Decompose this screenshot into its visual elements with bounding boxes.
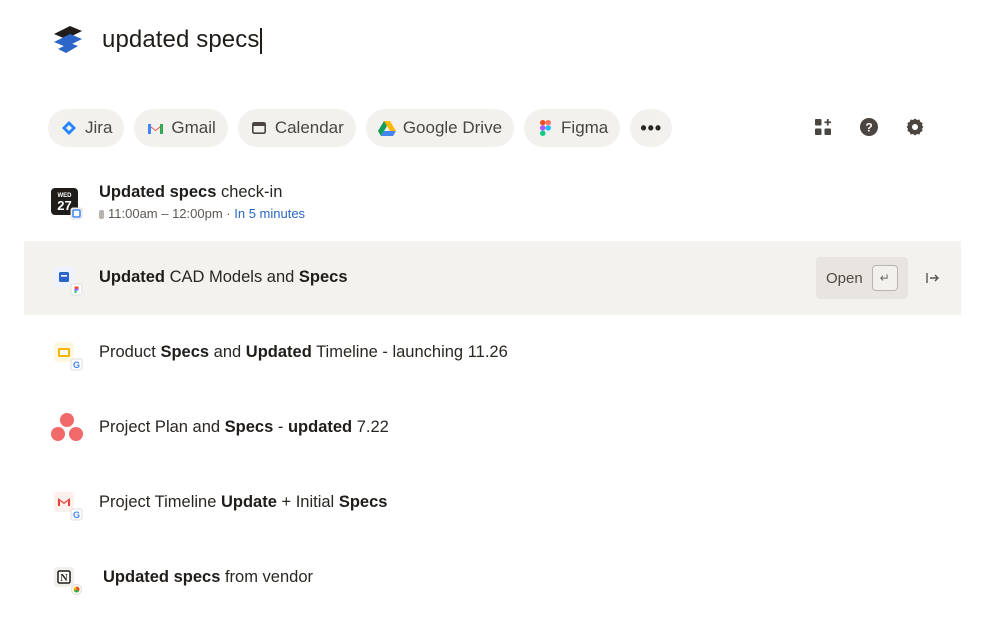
filter-chip-label: Jira: [85, 118, 113, 137]
dropbox-dash-logo-icon: [54, 26, 82, 53]
result-title: Updated specs from vendor: [103, 568, 313, 586]
result-row[interactable]: G Project Timeline Update + Initial Spec…: [24, 466, 961, 540]
settings-icon[interactable]: [904, 116, 926, 138]
open-label: Open: [826, 269, 863, 287]
search-bar[interactable]: updated specs: [50, 20, 750, 60]
filter-chip-gmail[interactable]: Gmail: [134, 109, 228, 147]
calendar-icon: [250, 119, 268, 137]
svg-text:N: N: [60, 573, 68, 584]
svg-text:G: G: [73, 360, 80, 370]
filter-chip-label: Calendar: [274, 118, 344, 137]
starts-soon-label: In 5 minutes: [234, 206, 306, 221]
result-row[interactable]: G Product Specs and Updated Timeline - l…: [24, 316, 961, 390]
text-caret: [260, 27, 262, 54]
more-sources-button[interactable]: •••: [630, 109, 673, 147]
asana-icon: [50, 411, 84, 445]
filter-chip-label: Gmail: [171, 118, 216, 137]
open-button[interactable]: Open ↵: [816, 257, 908, 299]
calendar-event-icon: WED 27: [50, 187, 84, 221]
google-slides-icon: G: [50, 338, 84, 372]
google-drive-icon: [377, 119, 396, 137]
result-row[interactable]: Project Plan and Specs - updated 7.22: [24, 391, 961, 465]
jira-icon: [60, 119, 78, 137]
calendar-date-label: 27: [57, 198, 71, 213]
calendar-source-icon: [99, 210, 104, 219]
result-row-selected[interactable]: Updated CAD Models and Specs Open ↵: [24, 241, 961, 315]
open-in-sidebar-icon[interactable]: [922, 267, 944, 289]
result-title: Updated specs check-in 11:00am – 12:00pm…: [99, 183, 306, 221]
filter-chip-figma[interactable]: Figma: [524, 109, 621, 147]
result-title: Updated CAD Models and Specs: [99, 268, 348, 286]
result-row[interactable]: N Updated specs from vendor: [24, 541, 961, 615]
notion-page-icon: N: [50, 563, 84, 597]
filter-chip-label: Figma: [561, 118, 609, 137]
figma-icon: [536, 119, 554, 137]
gmail-icon: [146, 119, 164, 137]
result-row[interactable]: WED 27 Updated specs check-in 11:00am – …: [24, 165, 961, 239]
filter-chip-jira[interactable]: Jira: [48, 109, 125, 147]
toolbar: ?: [812, 116, 926, 138]
figma-file-icon: [50, 263, 84, 297]
help-icon[interactable]: ?: [858, 116, 880, 138]
more-icon: •••: [640, 117, 663, 138]
source-filter-chips: Jira Gmail Calendar Google Drive Figma •…: [48, 109, 673, 147]
apps-add-icon[interactable]: [812, 116, 834, 138]
enter-key-icon: ↵: [871, 265, 898, 291]
svg-text:?: ?: [865, 121, 872, 135]
result-title: Project Timeline Update + Initial Specs: [99, 493, 388, 511]
result-title: Product Specs and Updated Timeline - lau…: [99, 343, 508, 361]
filter-chip-google-drive[interactable]: Google Drive: [365, 109, 515, 147]
filter-chip-calendar[interactable]: Calendar: [237, 109, 356, 147]
filter-chip-label: Google Drive: [402, 118, 503, 137]
result-title: Project Plan and Specs - updated 7.22: [99, 418, 389, 436]
svg-text:G: G: [73, 510, 80, 520]
event-time-subtitle: 11:00am – 12:00pm · In 5 minutes: [99, 206, 305, 221]
gmail-message-icon: G: [50, 488, 84, 522]
search-input[interactable]: updated specs: [102, 26, 262, 54]
